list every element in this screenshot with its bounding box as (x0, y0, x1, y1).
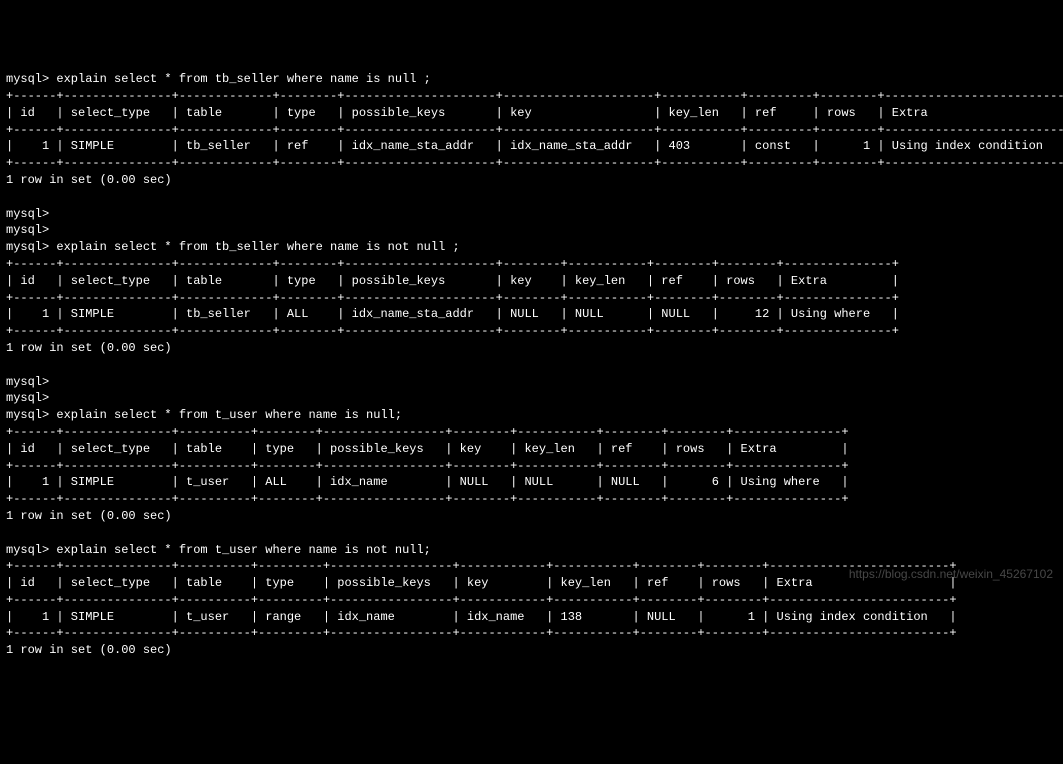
terminal-output: mysql> explain select * from tb_seller w… (6, 71, 1057, 659)
